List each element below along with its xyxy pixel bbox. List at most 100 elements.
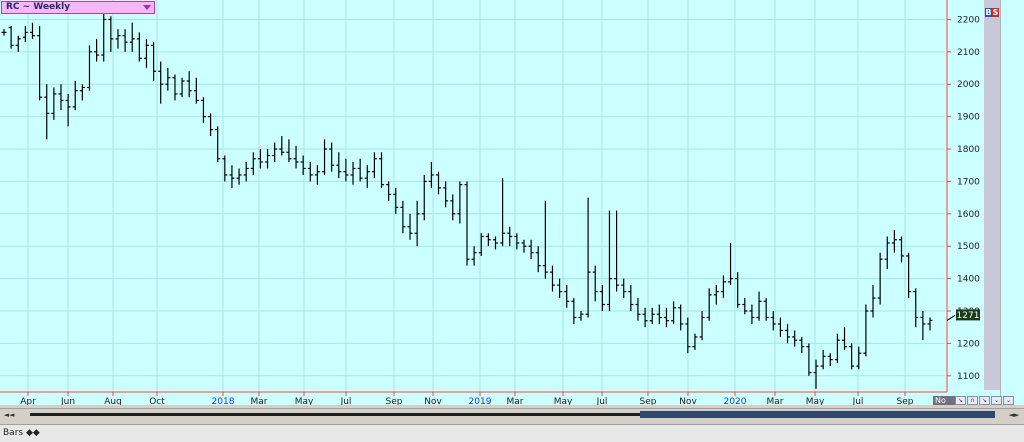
price-bar bbox=[450, 194, 456, 221]
price-bar bbox=[243, 161, 249, 182]
price-bar bbox=[834, 333, 840, 363]
price-bar bbox=[535, 246, 541, 273]
price-bar bbox=[8, 25, 14, 49]
price-bar bbox=[856, 346, 862, 370]
x-tick-label: Apr bbox=[20, 397, 36, 405]
price-bar bbox=[158, 61, 164, 104]
price-bar bbox=[400, 200, 406, 234]
price-bar bbox=[927, 317, 933, 331]
price-bar bbox=[215, 126, 221, 162]
x-tick-label: Jul bbox=[596, 397, 608, 405]
y-tick-label: 2100 bbox=[957, 48, 980, 58]
price-bar bbox=[172, 74, 178, 101]
y-tick-label: 2200 bbox=[957, 15, 980, 25]
price-bar bbox=[649, 307, 655, 324]
x-tick-label: May bbox=[554, 397, 573, 405]
expand-icon[interactable]: ⌄ bbox=[991, 396, 1002, 405]
price-bar bbox=[51, 87, 57, 120]
price-chart[interactable]: 1100120013001400150016001700180019002000… bbox=[0, 0, 1024, 405]
price-bar bbox=[621, 278, 627, 299]
price-bar bbox=[585, 197, 591, 318]
price-bar bbox=[678, 304, 684, 331]
price-bar bbox=[44, 84, 50, 140]
symbol-selector[interactable]: RC ~ Weekly bbox=[1, 1, 155, 14]
y-tick-label: 1500 bbox=[957, 242, 980, 252]
y-tick-label: 1100 bbox=[957, 372, 980, 382]
price-bar bbox=[592, 265, 598, 302]
horizontal-scrollbar[interactable]: ◄◄ ◄► bbox=[0, 408, 1024, 421]
bars-tab[interactable]: Bars ◆◆ bbox=[3, 427, 40, 439]
x-tick-label: Mar bbox=[251, 397, 268, 405]
price-bar bbox=[193, 77, 199, 104]
date-corner-label: No bbox=[933, 396, 955, 405]
price-bar bbox=[656, 304, 662, 324]
price-bar bbox=[806, 343, 812, 376]
price-bar bbox=[72, 80, 78, 111]
scroll-right-icon[interactable]: ◄► bbox=[1008, 410, 1020, 420]
price-bar bbox=[300, 155, 306, 175]
price-bar bbox=[165, 68, 171, 91]
price-bar bbox=[414, 200, 420, 247]
price-bar bbox=[129, 22, 135, 52]
last-price-label: 1271 bbox=[957, 311, 980, 321]
price-bar bbox=[143, 38, 149, 69]
price-bar bbox=[849, 343, 855, 370]
price-bar bbox=[29, 22, 35, 39]
price-bar bbox=[820, 349, 826, 370]
scroll-thumb[interactable] bbox=[640, 411, 995, 418]
price-bar bbox=[763, 298, 769, 321]
chevron-down-icon[interactable] bbox=[143, 5, 151, 10]
price-bar bbox=[1, 29, 7, 36]
y-tick-label: 1900 bbox=[957, 113, 980, 123]
price-bar bbox=[906, 252, 912, 299]
y-tick-label: 1400 bbox=[957, 275, 980, 285]
x-tick-label: Sep bbox=[897, 397, 914, 405]
y-tick-label: 1800 bbox=[957, 145, 980, 155]
price-bar bbox=[635, 298, 641, 321]
x-tick-label: Jul bbox=[340, 397, 352, 405]
price-bar bbox=[827, 353, 833, 367]
price-bar bbox=[735, 272, 741, 308]
price-bar bbox=[15, 35, 21, 52]
price-bar bbox=[891, 230, 897, 253]
y-tick-label: 1700 bbox=[957, 177, 980, 187]
zoom-out-icon[interactable]: ↘ bbox=[955, 396, 966, 405]
scroll-left-icon[interactable]: ◄◄ bbox=[3, 410, 15, 420]
zoom-in-icon[interactable]: ∩ bbox=[967, 396, 978, 405]
price-bar bbox=[464, 181, 470, 266]
price-bar bbox=[229, 165, 235, 188]
price-bar bbox=[364, 165, 370, 188]
price-bar bbox=[443, 181, 449, 208]
price-bar bbox=[307, 161, 313, 182]
price-bar bbox=[250, 152, 256, 175]
price-bar bbox=[22, 25, 28, 43]
x-tick-label: Sep bbox=[386, 397, 403, 405]
price-bar bbox=[500, 178, 506, 247]
sell-button[interactable]: S bbox=[992, 8, 999, 17]
right-strip bbox=[1000, 0, 1024, 405]
price-bar bbox=[578, 311, 584, 321]
price-bar bbox=[699, 311, 705, 341]
y-tick-label: 2000 bbox=[957, 80, 980, 90]
price-bar bbox=[179, 77, 185, 98]
x-tick-label: Nov bbox=[679, 397, 697, 405]
price-bar bbox=[478, 233, 484, 256]
chart-area[interactable]: 1100120013001400150016001700180019002000… bbox=[0, 0, 1024, 405]
x-tick-label: 2019 bbox=[469, 397, 492, 405]
price-bar bbox=[528, 239, 534, 260]
x-tick-label: Jun bbox=[60, 397, 75, 405]
collapse-icon[interactable]: ⌄ bbox=[1003, 396, 1014, 405]
price-bar bbox=[371, 152, 377, 179]
price-bar bbox=[671, 301, 677, 324]
y-tick-label: 1200 bbox=[957, 339, 980, 349]
price-bar bbox=[236, 168, 242, 185]
chart-window: 1100120013001400150016001700180019002000… bbox=[0, 0, 1024, 442]
scroll-end-icon[interactable]: ↘ bbox=[979, 396, 990, 405]
price-bar bbox=[279, 136, 285, 156]
symbol-title: RC ~ Weekly bbox=[6, 2, 71, 12]
price-bar bbox=[599, 285, 605, 312]
price-bar bbox=[343, 158, 349, 182]
buy-button[interactable]: B bbox=[985, 8, 992, 17]
x-tick-label: Oct bbox=[149, 397, 165, 405]
price-bar bbox=[407, 213, 413, 240]
